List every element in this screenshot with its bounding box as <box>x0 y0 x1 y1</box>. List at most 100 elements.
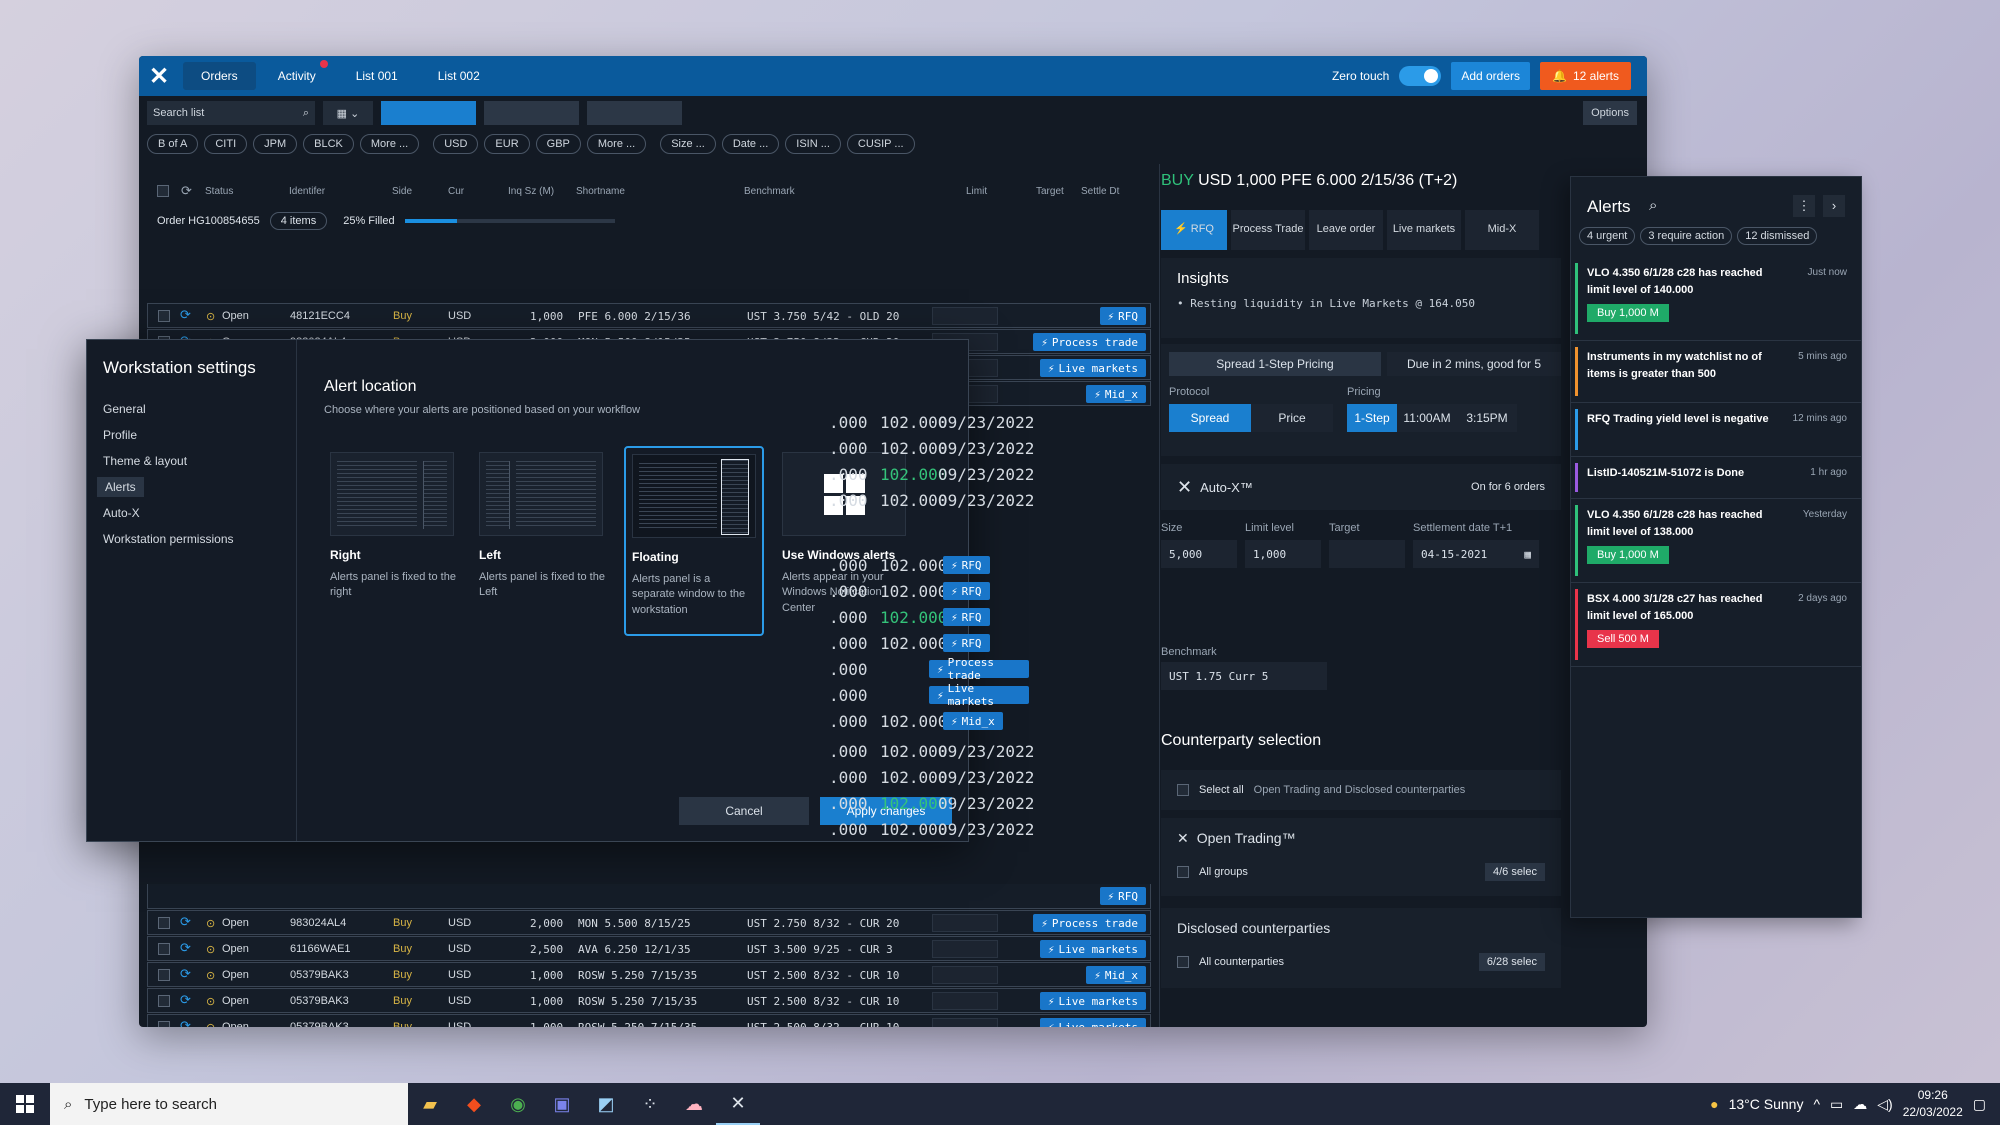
alert-item[interactable]: Instruments in my watchlist no of items … <box>1571 341 1861 403</box>
refresh-icon[interactable]: ⟳ <box>180 992 191 1008</box>
tab-leave-order[interactable]: Leave order <box>1309 210 1383 250</box>
refresh-icon[interactable]: ⟳ <box>180 914 191 930</box>
option-floating[interactable]: Floating Alerts panel is a separate wind… <box>624 446 764 636</box>
filter-chip[interactable]: JPM <box>253 134 298 154</box>
row-checkbox[interactable] <box>158 917 170 929</box>
more-icon[interactable]: ⋮ <box>1793 195 1815 217</box>
cloud-icon[interactable]: ☁ <box>1853 1096 1867 1113</box>
benchmark-field[interactable]: UST 1.75 Curr 5 <box>1161 662 1327 690</box>
tab-list-001[interactable]: List 001 <box>338 62 416 90</box>
search-icon[interactable]: ⌕ <box>1649 197 1657 214</box>
tab-rfq[interactable]: ⚡ RFQ <box>1161 210 1227 250</box>
all-groups-checkbox[interactable] <box>1177 866 1189 878</box>
table-row[interactable]: ⟳ ⊙ Open 05379BAK3 Buy USD 1,000 ROSW 5.250 7/1… <box>147 1014 1151 1027</box>
table-row-partial[interactable]: .000 ⚡ Process trade <box>829 656 1029 682</box>
row-action-button[interactable]: ⚡ Process trade <box>1033 333 1146 351</box>
row-action-button[interactable]: ⚡ RFQ <box>943 556 990 574</box>
alert-filter-pill[interactable]: 3 require action <box>1640 227 1733 245</box>
row-checkbox[interactable] <box>158 310 170 322</box>
select-all-checkbox[interactable] <box>157 185 169 197</box>
refresh-icon[interactable]: ⟳ <box>181 183 192 199</box>
settle-date-field[interactable]: 04-15-2021 ▦ <box>1413 540 1539 568</box>
table-row-partial[interactable]: .000 102.000 09/23/2022 <box>829 739 1034 764</box>
row-action-button[interactable]: ⚡ RFQ <box>943 608 990 626</box>
limit-cell[interactable] <box>932 914 998 932</box>
filter-chip[interactable]: USD <box>433 134 479 154</box>
alert-item[interactable]: RFQ Trading yield level is negative 12 mi… <box>1571 403 1861 457</box>
protocol-price[interactable]: Price <box>1251 404 1333 432</box>
target-field[interactable] <box>1329 540 1405 568</box>
size-field[interactable]: 5,000 <box>1161 540 1237 568</box>
all-counterparties-checkbox[interactable] <box>1177 956 1189 968</box>
table-row-partial[interactable]: .000 102.000 09/23/2022 <box>829 488 1034 513</box>
filter-chip[interactable]: CUSIP ... <box>846 134 915 154</box>
filter-chip[interactable]: Date ... <box>721 134 780 154</box>
volume-icon[interactable]: ◁) <box>1877 1096 1892 1113</box>
limit-cell[interactable] <box>932 966 998 984</box>
filter-chip[interactable]: ISIN ... <box>785 134 841 154</box>
teams-icon[interactable]: ▣ <box>540 1083 584 1125</box>
pricing-315[interactable]: 3:15PM <box>1457 404 1517 432</box>
row-action-button[interactable]: ⚡ RFQ <box>943 582 990 600</box>
chevron-right-icon[interactable]: › <box>1823 195 1845 217</box>
row-action-button[interactable]: ⚡ Live markets <box>1039 940 1146 958</box>
alert-filter-pill[interactable]: 4 urgent <box>1579 227 1636 245</box>
cancel-button[interactable]: Cancel <box>679 797 809 825</box>
settings-nav-theme-layout[interactable]: Theme & layout <box>103 454 187 468</box>
order-group-bar[interactable]: Order HG100854655 4 items 25% Filled <box>139 208 1159 234</box>
row-action-button[interactable]: ⚡ Mid_x <box>1086 966 1146 984</box>
table-row[interactable]: ⟳ ⊙ Open 05379BAK3 Buy USD 1,000 ROSW 5.250 7/1… <box>147 962 1151 987</box>
refresh-icon[interactable]: ⟳ <box>180 966 191 982</box>
options-button[interactable]: Options <box>1583 101 1637 125</box>
row-checkbox[interactable] <box>158 943 170 955</box>
table-row-partial[interactable]: .000 102.000 09/23/2022 <box>829 791 1034 816</box>
settings-nav-general[interactable]: General <box>103 402 146 416</box>
filter-chip[interactable]: BLCK <box>303 134 354 154</box>
row-action-button[interactable]: ⚡ Live markets <box>929 682 1029 708</box>
row-action-button[interactable]: ⚡ Mid_x <box>1086 385 1146 403</box>
app-dots-icon[interactable]: ⁘ <box>628 1083 672 1125</box>
table-row-partial[interactable]: .000 102.000 09/23/2022 <box>829 817 1034 842</box>
refresh-icon[interactable]: ⟳ <box>180 1018 191 1027</box>
limit-cell[interactable] <box>932 1018 998 1027</box>
alert-item[interactable]: BSX 4.000 3/1/28 c27 has reached limit l… <box>1571 583 1861 667</box>
clock[interactable]: 09:26 22/03/2022 <box>1903 1087 1963 1121</box>
alert-action-button[interactable]: Buy 1,000 M <box>1587 304 1669 322</box>
row-action-button[interactable]: ⚡ RFQ <box>1099 307 1146 325</box>
figma-icon[interactable]: ◆ <box>452 1083 496 1125</box>
table-row-partial[interactable]: .000 102.000 ⚡ RFQ <box>829 605 1029 630</box>
pricing-1-step[interactable]: 1-Step <box>1347 404 1397 432</box>
option-left[interactable]: Left Alerts panel is fixed to the Left <box>479 452 609 601</box>
tab-mid-x[interactable]: Mid-X <box>1465 210 1539 250</box>
settings-nav-workstation-permissions[interactable]: Workstation permissions <box>103 532 234 546</box>
filter-chip[interactable]: CITI <box>204 134 248 154</box>
row-action-button[interactable]: ⚡ Process trade <box>1033 914 1146 932</box>
groups-selected[interactable]: 4/6 selec <box>1484 863 1545 881</box>
table-row-partial[interactable]: .000 102.000 ⚡ Mid_x <box>829 709 1029 734</box>
zero-touch-toggle[interactable] <box>1399 66 1442 86</box>
tab-process-trade[interactable]: Process Trade <box>1231 210 1305 250</box>
tab-list-002[interactable]: List 002 <box>420 62 498 90</box>
table-row-partial[interactable]: .000 102.000 ⚡ RFQ <box>829 579 1029 604</box>
row-checkbox[interactable] <box>158 995 170 1007</box>
calendar-icon[interactable]: ▦ <box>1524 548 1531 561</box>
spread-pricing-button[interactable]: Spread 1-Step Pricing <box>1169 352 1381 376</box>
list-select[interactable]: ▦ ⌄ <box>323 101 373 125</box>
settings-nav-alerts[interactable]: Alerts <box>97 477 144 497</box>
table-row[interactable]: ⚡ RFQ <box>147 884 1151 909</box>
tradeweb-icon[interactable]: ✕ <box>716 1083 760 1125</box>
filter-chip[interactable]: GBP <box>535 134 581 154</box>
limit-cell[interactable] <box>932 992 998 1010</box>
protocol-spread[interactable]: Spread <box>1169 404 1251 432</box>
alert-filter-pill[interactable]: 12 dismissed <box>1737 227 1818 245</box>
row-action-button[interactable]: ⚡ Live markets <box>1039 1018 1146 1027</box>
filter-chip[interactable]: More ... <box>359 134 420 154</box>
table-row-partial[interactable]: .000 102.000 09/23/2022 <box>829 410 1034 435</box>
alerts-button[interactable]: 🔔 12 alerts <box>1540 62 1631 90</box>
table-row[interactable]: ⟳ ⊙ Open 05379BAK3 Buy USD 1,000 ROSW 5.250 7/1… <box>147 988 1151 1013</box>
row-action-button[interactable]: ⚡ Process trade <box>929 656 1029 682</box>
option-right[interactable]: Right Alerts panel is fixed to the right <box>330 452 460 601</box>
row-action-button[interactable]: ⚡ Live markets <box>1039 992 1146 1010</box>
limit-cell[interactable] <box>932 940 998 958</box>
counterparties-selected[interactable]: 6/28 selec <box>1478 953 1545 971</box>
